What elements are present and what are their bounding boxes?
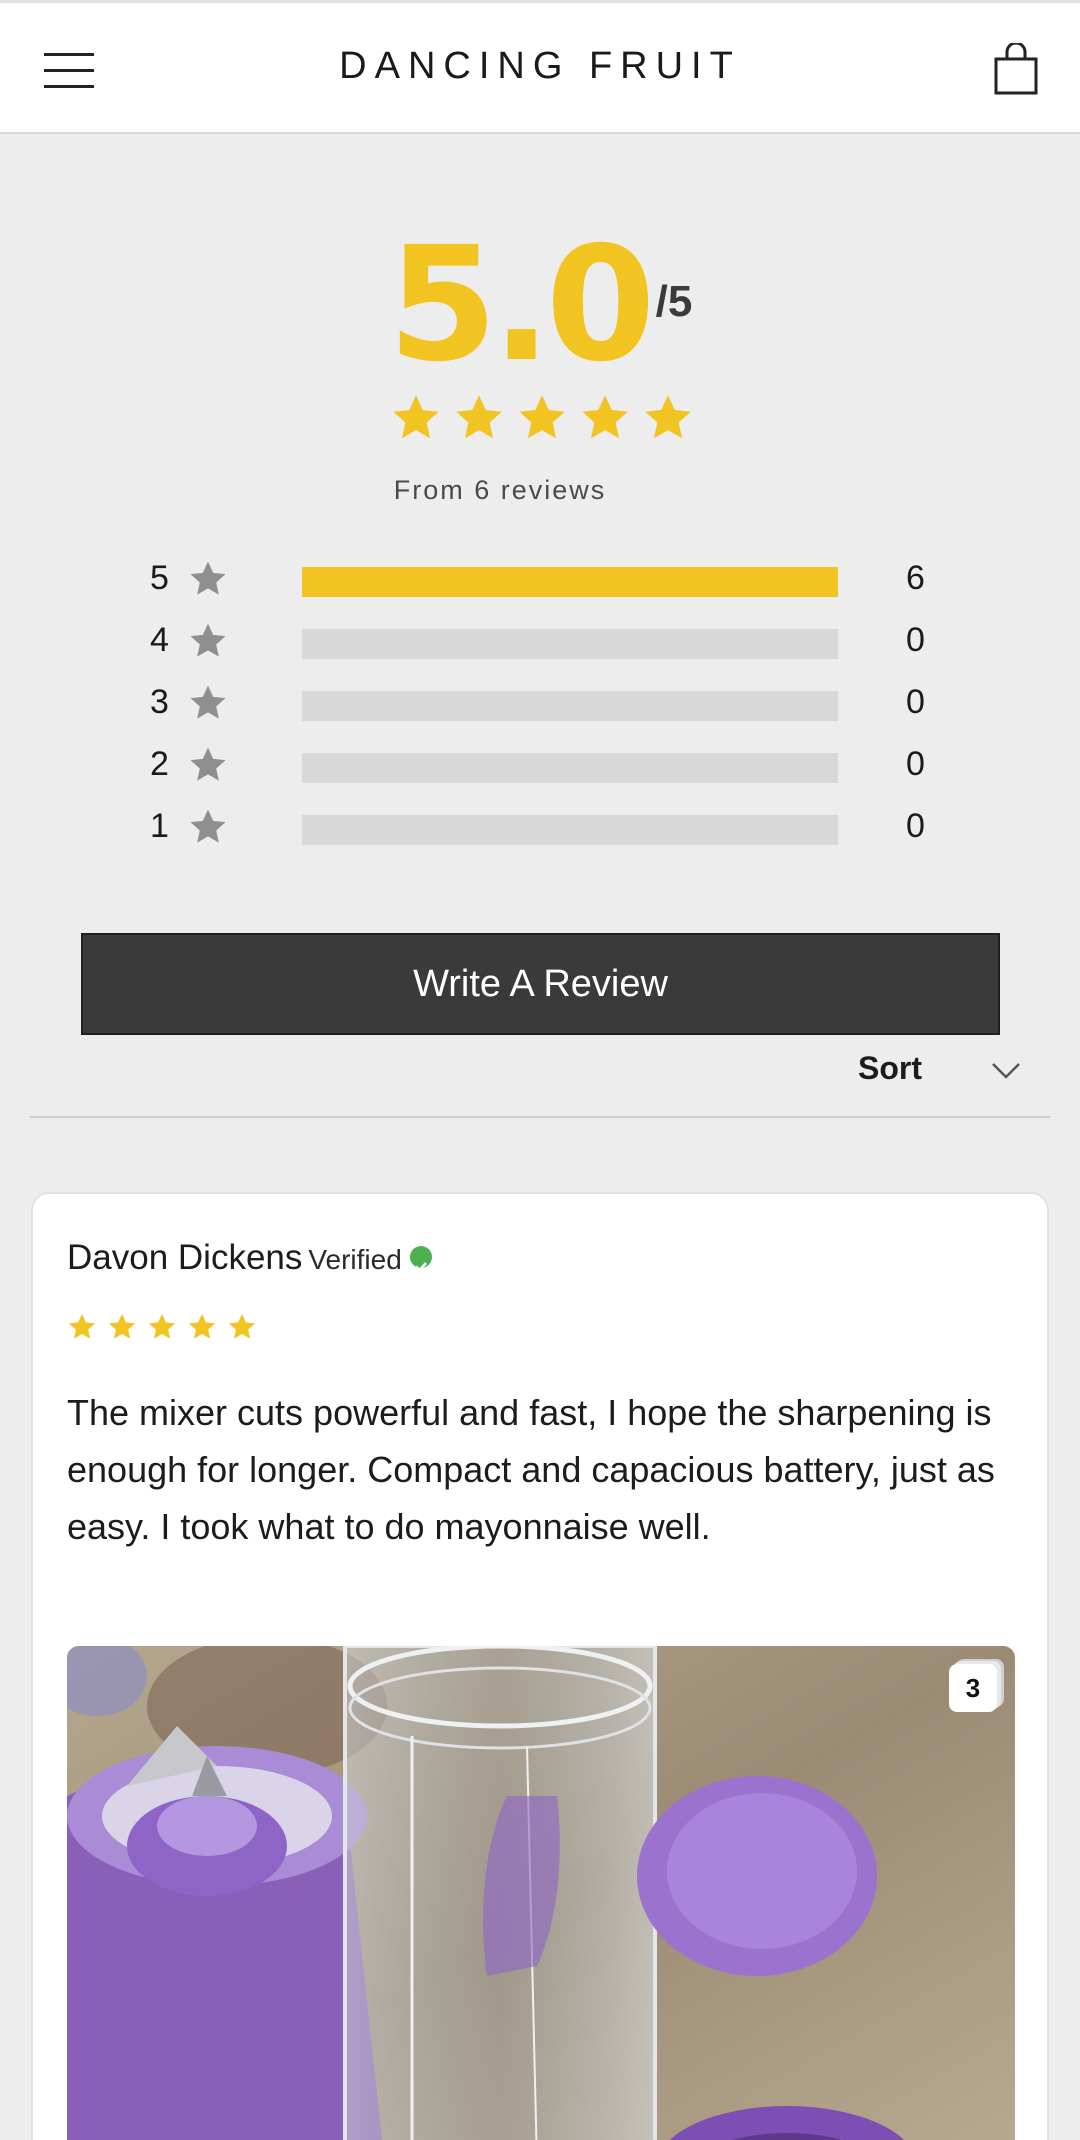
star-icon bbox=[582, 395, 628, 439]
site-header: DANCING FRUIT bbox=[0, 0, 1080, 134]
chevron-down-icon[interactable] bbox=[990, 1058, 1022, 1082]
rating-level: 3 bbox=[150, 683, 169, 721]
star-icon bbox=[68, 1313, 96, 1339]
sort-dropdown[interactable]: Sort bbox=[858, 1050, 922, 1087]
score-max: /5 bbox=[655, 277, 693, 326]
rating-row-2[interactable]: 20 bbox=[150, 741, 950, 803]
rating-bar bbox=[302, 691, 838, 721]
rating-level: 4 bbox=[150, 621, 169, 659]
rating-bar bbox=[302, 567, 838, 597]
review-body: The mixer cuts powerful and fast, I hope… bbox=[67, 1392, 995, 1547]
review-count-text: From 6 reviews bbox=[393, 475, 607, 505]
star-icon bbox=[456, 395, 502, 439]
rating-bar-fill bbox=[302, 567, 838, 597]
star-icon bbox=[190, 747, 226, 781]
rating-bar bbox=[302, 815, 838, 845]
verified-check-icon bbox=[409, 1245, 432, 1272]
brand-logo[interactable]: DANCING FRUIT bbox=[0, 45, 1080, 88]
star-icon bbox=[188, 1313, 216, 1339]
reviewer-header: Davon Dickens Verified bbox=[67, 1238, 432, 1278]
rating-row-4[interactable]: 40 bbox=[150, 617, 950, 679]
photo-count-badge[interactable]: 3 bbox=[949, 1664, 997, 1712]
rating-count: 0 bbox=[906, 621, 925, 659]
star-icon bbox=[519, 395, 565, 439]
star-icon bbox=[108, 1313, 136, 1339]
star-icon bbox=[228, 1313, 256, 1339]
average-score: 5.0 bbox=[387, 213, 656, 397]
rating-level: 2 bbox=[150, 745, 169, 783]
star-icon bbox=[393, 395, 439, 439]
star-icon bbox=[148, 1313, 176, 1339]
rating-bar bbox=[302, 629, 838, 659]
star-icon bbox=[190, 809, 226, 843]
rating-distribution: 5640302010 bbox=[150, 555, 950, 865]
shopping-bag-icon[interactable] bbox=[994, 41, 1038, 95]
rating-count: 0 bbox=[906, 745, 925, 783]
star-icon bbox=[645, 395, 691, 439]
star-icon bbox=[190, 561, 226, 595]
review-card: Davon Dickens Verified The mixer cuts pow… bbox=[31, 1192, 1049, 2140]
write-review-button[interactable]: Write A Review bbox=[81, 933, 1000, 1035]
average-stars bbox=[390, 392, 694, 448]
rating-bar bbox=[302, 753, 838, 783]
verified-badge: Verified bbox=[308, 1244, 402, 1275]
divider bbox=[30, 1116, 1050, 1118]
rating-count: 0 bbox=[906, 807, 925, 845]
rating-row-5[interactable]: 56 bbox=[150, 555, 950, 617]
review-photo[interactable]: 3 bbox=[67, 1646, 1015, 2140]
star-icon bbox=[190, 623, 226, 657]
rating-row-1[interactable]: 10 bbox=[150, 803, 950, 865]
rating-count: 6 bbox=[906, 559, 925, 597]
reviewer-name: Davon Dickens bbox=[67, 1238, 303, 1277]
rating-level: 1 bbox=[150, 807, 169, 845]
average-rating: 5.0/5 bbox=[0, 225, 1080, 385]
rating-level: 5 bbox=[150, 559, 169, 597]
rating-count: 0 bbox=[906, 683, 925, 721]
star-icon bbox=[190, 685, 226, 719]
review-stars bbox=[67, 1312, 257, 1342]
rating-row-3[interactable]: 30 bbox=[150, 679, 950, 741]
